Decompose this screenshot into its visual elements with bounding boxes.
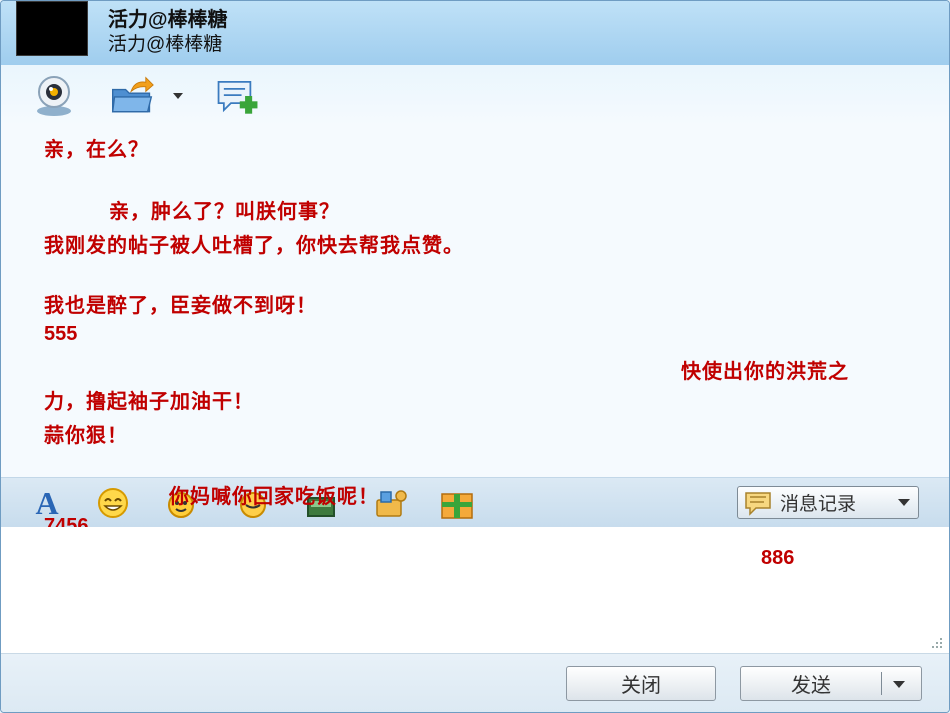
history-dropdown-icon[interactable] [898,499,910,506]
chat-message: 亲，在么？ [44,139,149,161]
chat-message: 蒜你狠！ [44,425,128,447]
send-button[interactable]: 发送 [740,666,922,701]
send-divider [881,672,882,695]
send-options-icon[interactable] [893,681,905,688]
chat-message: 886 [761,547,795,569]
send-label: 发送 [791,675,831,697]
contact-signature: 活力@棒棒糖 [108,34,223,55]
chat-message: 你妈喊你回家吃饭呢！ [169,486,379,508]
chat-history: 亲，在么？ 亲，肿么了？叫朕何事？ 我刚发的帖子被人吐槽了，你快去帮我点赞。 我… [1,125,949,477]
history-icon [744,490,778,516]
send-file-icon[interactable] [109,75,155,117]
close-button[interactable]: 关闭 [566,666,716,701]
chat-footer: 关闭 发送 [1,653,949,712]
webcam-icon[interactable] [31,75,77,117]
history-label: 消息记录 [780,494,857,515]
chat-message: 快使出你的洪荒之 [681,361,849,383]
add-chat-icon[interactable] [215,75,261,117]
send-file-dropdown-icon[interactable] [173,93,183,99]
chat-toolbar [1,65,949,125]
gift-icon[interactable] [439,486,475,520]
chat-message: 亲，肿么了？叫朕何事？ [109,201,340,223]
message-input[interactable]: 886 [1,527,949,653]
contact-name: 活力@棒棒糖 [108,9,228,31]
chat-message: 我刚发的帖子被人吐槽了，你快去帮我点赞。 [44,235,464,257]
input-toolbar: A 你妈喊你回家吃饭呢！ 7456 消息记录 [1,477,949,537]
chat-message: 我也是醉了，臣妾做不到呀！ [44,295,317,317]
resize-grip-icon[interactable] [929,637,943,649]
message-history-button[interactable]: 消息记录 [737,486,919,519]
chat-header: 活力@棒棒糖 活力@棒棒糖 [1,1,949,65]
emoticon-icon[interactable] [95,486,131,520]
chat-message: 555 [44,323,78,345]
contact-avatar[interactable] [16,1,88,56]
chat-window: 活力@棒棒糖 活力@棒棒糖 亲，在么？ 亲，肿么了？叫朕何事？ 我刚发的帖子被人… [0,0,950,713]
chat-message: 力，撸起袖子加油干！ [44,391,254,413]
